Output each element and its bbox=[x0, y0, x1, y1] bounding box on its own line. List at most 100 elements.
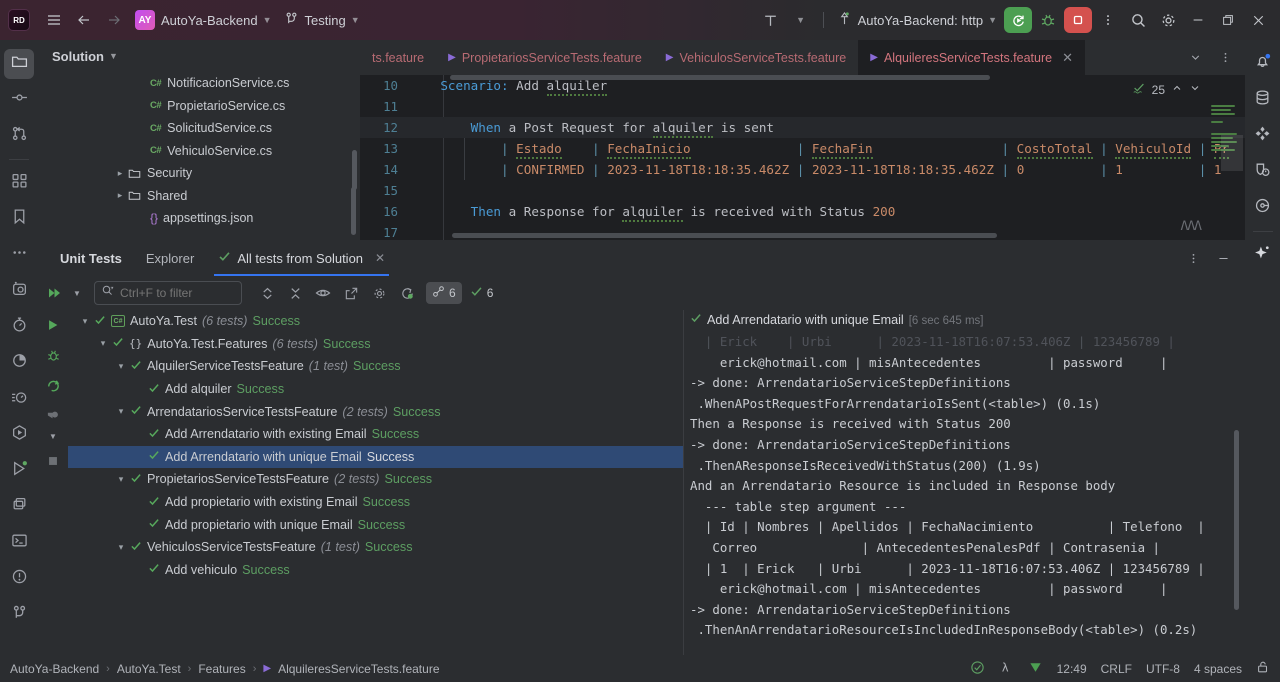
unit-tests-tab[interactable]: Unit Tests bbox=[48, 240, 134, 276]
solution-tree-item[interactable]: C# NotificacionService.cs bbox=[38, 72, 360, 95]
eye-icon[interactable] bbox=[310, 280, 336, 306]
sidebar-item-coverage[interactable] bbox=[4, 348, 34, 378]
breadcrumb-item[interactable]: AlquileresServiceTests.feature bbox=[278, 662, 439, 676]
maximize-icon[interactable] bbox=[1214, 6, 1242, 34]
collapse-all-icon[interactable] bbox=[282, 280, 308, 306]
filter-input-wrapper[interactable] bbox=[94, 281, 275, 305]
breadcrumb[interactable]: AutoYa-Backend › AutoYa.Test › Features › ▶ Alq… bbox=[10, 662, 440, 676]
nuget-icon[interactable]: λ bbox=[999, 660, 1014, 678]
chevron-down-icon[interactable]: ▾ bbox=[112, 406, 130, 417]
code-line[interactable]: 12 When a Post Request for alquiler is s… bbox=[360, 117, 1245, 138]
sidebar-item-profiler[interactable] bbox=[4, 312, 34, 342]
chevron-right-icon[interactable]: ▸ bbox=[112, 190, 128, 201]
sidebar-item-history[interactable] bbox=[1248, 193, 1278, 223]
main-menu-button[interactable] bbox=[40, 6, 68, 34]
close-icon[interactable]: ✕ bbox=[375, 251, 385, 265]
close-icon[interactable] bbox=[1244, 6, 1272, 34]
test-tree-item[interactable]: Add propietario with existing Email Succe… bbox=[68, 491, 683, 514]
sidebar-item-database-tool[interactable] bbox=[4, 276, 34, 306]
editor-tab[interactable]: ▶ AlquileresServiceTests.feature ✕ bbox=[858, 40, 1085, 75]
editor-inspection-status[interactable]: 25 bbox=[1132, 81, 1201, 98]
updates-icon[interactable] bbox=[757, 6, 785, 34]
unit-tests-tab[interactable]: Explorer bbox=[134, 240, 206, 276]
debug-tests-button[interactable] bbox=[40, 342, 66, 368]
tab-list-chevron-down-icon[interactable] bbox=[1181, 44, 1209, 72]
gear-icon[interactable] bbox=[1154, 6, 1182, 34]
editor-tab[interactable]: ts.feature bbox=[360, 40, 436, 75]
navigate-back-button[interactable] bbox=[70, 6, 98, 34]
chevron-right-icon[interactable]: ▸ bbox=[112, 168, 128, 179]
sidebar-item-solution-explorer[interactable] bbox=[4, 49, 34, 79]
solution-scrollbar[interactable] bbox=[351, 187, 356, 235]
unlock-icon[interactable] bbox=[1256, 660, 1270, 677]
sidebar-item-commit[interactable] bbox=[4, 85, 34, 115]
search-icon[interactable] bbox=[1124, 6, 1152, 34]
run-tests-button[interactable] bbox=[40, 312, 66, 338]
editor-tabs-more-vertical-icon[interactable] bbox=[1211, 44, 1239, 72]
gear-icon[interactable] bbox=[366, 280, 392, 306]
close-icon[interactable]: ✕ bbox=[1062, 50, 1073, 66]
editor-hscrollbar-top[interactable] bbox=[450, 75, 990, 80]
sidebar-item-unit-tests[interactable] bbox=[4, 456, 34, 486]
chevron-down-icon[interactable]: ▼ bbox=[109, 51, 118, 61]
chevron-down-icon[interactable]: ▾ bbox=[112, 361, 130, 372]
chevron-down-icon[interactable]: ▾ bbox=[94, 338, 112, 349]
test-tree-item[interactable]: ▾ ArrendatariosServiceTestsFeature (2 test… bbox=[68, 400, 683, 423]
unit-tests-panel-minimize-icon[interactable] bbox=[1209, 244, 1237, 272]
download-green-icon[interactable] bbox=[1028, 660, 1043, 678]
test-duration-chip[interactable]: 6 bbox=[426, 282, 462, 304]
coverage-chevron-down-icon[interactable]: ▼ bbox=[46, 432, 60, 444]
rerun-tests-button[interactable] bbox=[40, 372, 66, 398]
test-tree-item[interactable]: ▾ AlquilerServiceTestsFeature (1 test) Succ… bbox=[68, 355, 683, 378]
file-encoding[interactable]: UTF-8 bbox=[1146, 662, 1180, 676]
sidebar-item-pull-requests[interactable] bbox=[4, 121, 34, 151]
test-tree-item[interactable]: Add alquiler Success bbox=[68, 378, 683, 401]
breadcrumb-item[interactable]: Features bbox=[198, 662, 245, 676]
project-selector[interactable]: AY AutoYa-Backend ▼ bbox=[130, 6, 277, 34]
minimap-thumb[interactable] bbox=[1221, 135, 1243, 171]
test-tree-item[interactable]: ▾ PropietariosServiceTestsFeature (2 tests… bbox=[68, 468, 683, 491]
test-tree-item[interactable]: Add propietario with unique Email Success bbox=[68, 513, 683, 536]
chevron-down-icon[interactable] bbox=[1189, 82, 1201, 97]
line-separator[interactable]: CRLF bbox=[1101, 662, 1132, 676]
solution-tree[interactable]: C# NotificacionService.cs C# PropietarioSer… bbox=[38, 72, 360, 240]
breadcrumb-item[interactable]: AutoYa.Test bbox=[117, 662, 181, 676]
editor-tab[interactable]: ▶ PropietariosServiceTests.feature bbox=[436, 40, 654, 75]
sidebar-item-services[interactable] bbox=[4, 492, 34, 522]
sidebar-item-unit-tests-explorer[interactable] bbox=[4, 420, 34, 450]
updates-dropdown[interactable]: ▼ bbox=[787, 6, 815, 34]
sidebar-item-ai-assistant[interactable] bbox=[1248, 240, 1278, 270]
chevron-down-icon[interactable]: ▾ bbox=[112, 542, 130, 553]
sidebar-item-endpoints[interactable] bbox=[1248, 157, 1278, 187]
solution-tree-item[interactable]: C# VehiculoService.cs bbox=[38, 140, 360, 163]
test-tree-item[interactable]: Add vehiculo Success bbox=[68, 559, 683, 582]
test-tree-item[interactable]: Add Arrendatario with existing Email Succ… bbox=[68, 423, 683, 446]
test-tree-item[interactable]: ▾ C# AutoYa.Test (6 tests) Success bbox=[68, 310, 683, 333]
more-vertical-icon[interactable] bbox=[1094, 6, 1122, 34]
rerun-failed-icon[interactable] bbox=[394, 280, 420, 306]
tests-passed-chip[interactable]: 6 bbox=[464, 282, 500, 304]
sidebar-item-version-control[interactable] bbox=[4, 600, 34, 630]
sidebar-item-dynamic-program-analysis[interactable] bbox=[4, 384, 34, 414]
code-line[interactable]: 15 bbox=[360, 180, 1245, 201]
stop-button[interactable] bbox=[1064, 7, 1092, 33]
test-output-pane[interactable]: Add Arrendatario with unique Email [6 se… bbox=[684, 310, 1245, 655]
code-line[interactable]: 11 bbox=[360, 96, 1245, 117]
test-output-scrollbar[interactable] bbox=[1234, 430, 1239, 610]
editor-tab[interactable]: ▶ VehiculosServiceTests.feature bbox=[654, 40, 858, 75]
sidebar-item-bookmarks[interactable] bbox=[4, 204, 34, 234]
filter-input[interactable] bbox=[120, 286, 275, 300]
rerun-all-button[interactable] bbox=[42, 280, 68, 306]
solution-panel-scrollbar-bottom[interactable] bbox=[352, 150, 357, 190]
minimize-icon[interactable] bbox=[1184, 6, 1212, 34]
sidebar-item-nuget[interactable] bbox=[4, 168, 34, 198]
sidebar-item-plugins[interactable] bbox=[1248, 121, 1278, 151]
solution-tree-item[interactable]: ▸ Security bbox=[38, 162, 360, 185]
stop-tests-button[interactable] bbox=[40, 448, 66, 474]
run-configuration-selector[interactable]: AutoYa-Backend: http ▼ bbox=[832, 6, 1002, 34]
branch-selector[interactable]: Testing ▼ bbox=[279, 6, 365, 34]
solution-tree-item[interactable]: {} appsettings.json bbox=[38, 207, 360, 230]
chevron-down-icon[interactable]: ▾ bbox=[76, 316, 94, 327]
code-line[interactable]: 16 Then a Response for alquiler is recei… bbox=[360, 201, 1245, 222]
chevron-up-icon[interactable] bbox=[1171, 82, 1183, 97]
